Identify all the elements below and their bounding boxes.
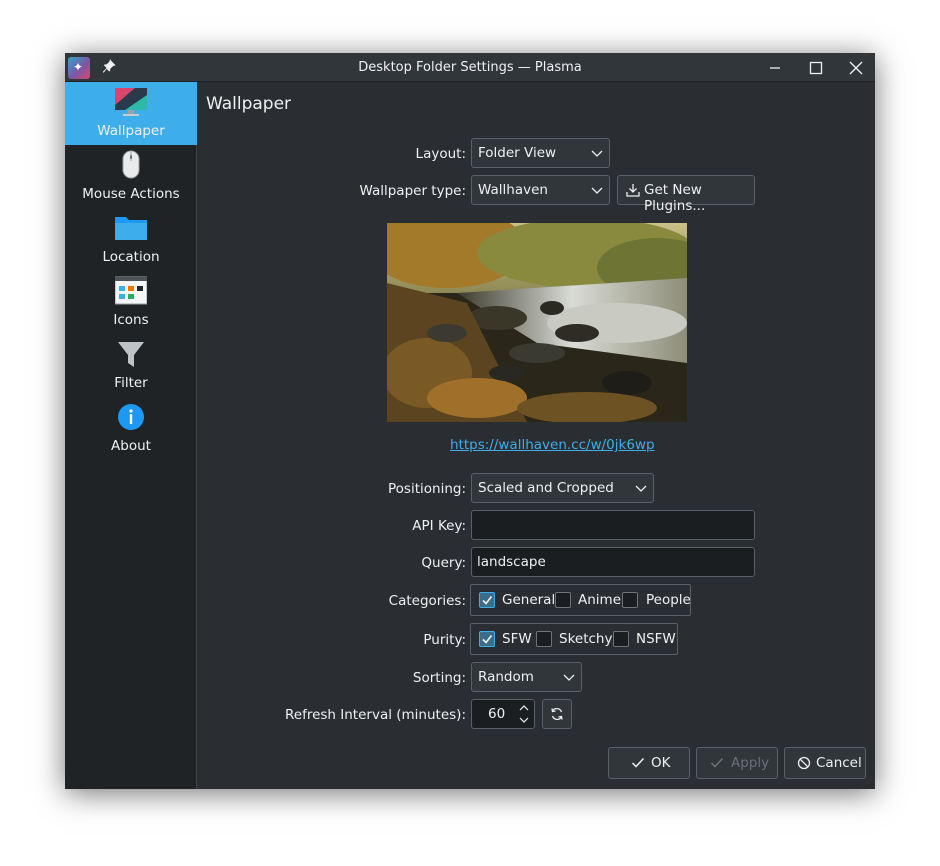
get-new-plugins-label: Get New Plugins... [644, 182, 706, 214]
category-general-checkbox[interactable] [479, 592, 495, 608]
purity-sketchy-checkbox[interactable] [536, 631, 552, 647]
monitor-wallpaper-icon [115, 88, 147, 116]
api-key-label: API Key: [412, 518, 466, 534]
api-key-field[interactable] [471, 510, 755, 540]
sidebar-item-icons[interactable]: Icons [65, 271, 197, 334]
wallpaper-type-value: Wallhaven [478, 182, 548, 198]
sidebar-item-label: Location [102, 249, 160, 265]
sidebar-item-about[interactable]: About [65, 397, 197, 460]
cancel-button[interactable]: Cancel [784, 747, 866, 779]
category-general-label[interactable]: General [502, 592, 555, 608]
sorting-value: Random [478, 669, 534, 685]
checkmark-icon [631, 757, 645, 768]
query-field[interactable] [471, 547, 755, 577]
wallpaper-type-combo[interactable]: Wallhaven [471, 175, 610, 205]
icons-grid-icon [115, 276, 147, 305]
sidebar-item-label: Filter [114, 375, 148, 391]
sidebar-item-label: Wallpaper [97, 123, 165, 139]
sidebar-item-label: About [111, 438, 151, 454]
purity-sketchy-label[interactable]: Sketchy [559, 631, 612, 647]
apply-label: Apply [731, 755, 770, 771]
info-icon [118, 404, 144, 430]
refresh-interval-spinbox[interactable]: 60 [471, 699, 535, 729]
categories-group: General Anime People [470, 584, 691, 616]
sidebar-item-label: Icons [113, 312, 149, 328]
sidebar-item-location[interactable]: Location [65, 208, 197, 271]
api-key-input[interactable] [472, 511, 754, 539]
ok-label: OK [651, 755, 671, 771]
sorting-label: Sorting: [412, 670, 466, 686]
categories-label: Categories: [388, 593, 466, 609]
settings-window: ✦ Desktop Folder Settings — Plasma Wallp… [65, 53, 875, 789]
category-people-checkbox[interactable] [622, 592, 638, 608]
checkmark-icon [482, 596, 493, 605]
purity-label: Purity: [423, 632, 466, 648]
minimize-icon[interactable] [765, 58, 785, 78]
sidebar-item-wallpaper[interactable]: Wallpaper [65, 82, 197, 145]
download-icon [626, 184, 640, 197]
chevron-down-icon [563, 674, 575, 681]
chevron-down-icon [591, 187, 603, 194]
mouse-icon [122, 150, 140, 179]
chevron-down-icon [591, 150, 603, 157]
wallpaper-type-label: Wallpaper type: [359, 183, 466, 199]
folder-icon [115, 217, 147, 240]
get-new-plugins-button[interactable]: Get New Plugins... [617, 175, 755, 214]
purity-sfw-label[interactable]: SFW [502, 631, 532, 647]
checkmark-icon [710, 757, 724, 768]
purity-sfw-checkbox[interactable] [479, 631, 495, 647]
refresh-now-button[interactable] [542, 699, 572, 729]
category-anime-checkbox[interactable] [555, 592, 571, 608]
wallpaper-preview-image[interactable] [387, 223, 687, 422]
close-icon[interactable] [846, 58, 866, 78]
chevron-down-icon [635, 485, 647, 492]
category-anime-label[interactable]: Anime [578, 592, 621, 608]
sorting-combo[interactable]: Random [471, 662, 582, 692]
refresh-interval-label: Refresh Interval (minutes): [285, 707, 466, 723]
maximize-icon[interactable] [806, 58, 826, 78]
refresh-icon [551, 707, 563, 721]
wallpaper-source-link[interactable]: https://wallhaven.cc/w/0jk6wp [450, 437, 655, 453]
query-input[interactable] [472, 548, 754, 576]
funnel-icon [118, 342, 144, 367]
positioning-label: Positioning: [388, 481, 466, 497]
purity-nsfw-checkbox[interactable] [613, 631, 629, 647]
cancel-label: Cancel [816, 755, 862, 771]
apply-button[interactable]: Apply [696, 747, 778, 779]
checkmark-icon [482, 635, 493, 644]
layout-label: Layout: [415, 146, 466, 162]
refresh-interval-value: 60 [488, 706, 506, 722]
sidebar-item-filter[interactable]: Filter [65, 334, 197, 397]
window-title: Desktop Folder Settings — Plasma [358, 60, 582, 75]
layout-value: Folder View [478, 145, 557, 161]
cancel-icon [797, 756, 811, 770]
query-label: Query: [421, 555, 466, 571]
category-people-label[interactable]: People [646, 592, 691, 608]
positioning-combo[interactable]: Scaled and Cropped [471, 473, 654, 503]
ok-button[interactable]: OK [608, 747, 690, 779]
page-title: Wallpaper [206, 94, 292, 114]
layout-combo[interactable]: Folder View [471, 138, 610, 168]
positioning-value: Scaled and Cropped [478, 480, 614, 496]
spin-arrows-icon[interactable] [518, 702, 530, 726]
title-bar: ✦ Desktop Folder Settings — Plasma [65, 53, 875, 82]
purity-group: SFW Sketchy NSFW [470, 623, 678, 655]
purity-nsfw-label[interactable]: NSFW [636, 631, 676, 647]
